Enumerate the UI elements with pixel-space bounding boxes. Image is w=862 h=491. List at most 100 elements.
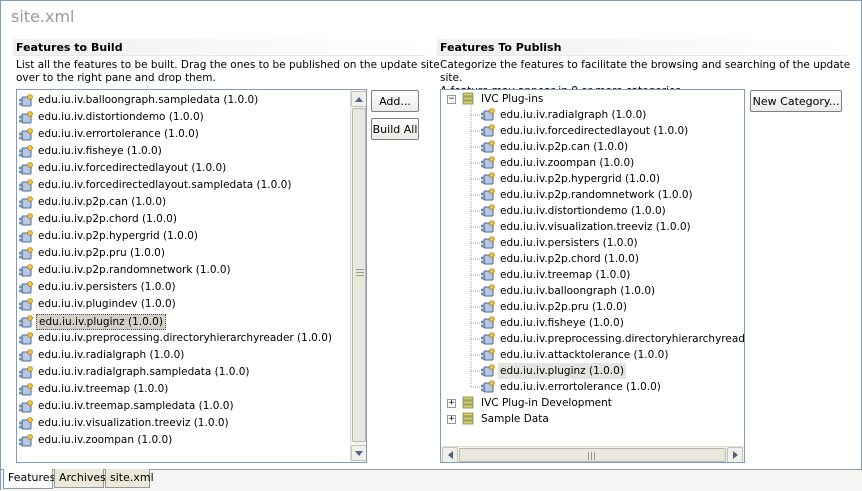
new-category-button[interactable]: New Category... xyxy=(750,90,842,112)
feature-list-item-label: edu.iu.iv.p2p.can (1.0.0) xyxy=(38,196,167,208)
feature-list-item[interactable]: edu.iu.iv.preprocessing.directoryhierarc… xyxy=(19,330,334,347)
feature-list-item-label: edu.iu.iv.p2p.hypergrid (1.0.0) xyxy=(38,230,198,242)
tab-site-xml[interactable]: site.xml xyxy=(105,469,154,488)
plug-feature-icon xyxy=(481,348,495,361)
published-feature-node[interactable]: edu.iu.iv.p2p.chord (1.0.0) xyxy=(481,251,641,267)
features-to-build-list[interactable]: edu.iu.iv.balloongraph.sampledata (1.0.0… xyxy=(16,89,367,463)
minus-expander-icon[interactable]: − xyxy=(447,94,456,104)
feature-list-item[interactable]: edu.iu.iv.fisheye (1.0.0) xyxy=(19,143,164,160)
feature-list-item[interactable]: edu.iu.iv.p2p.pru (1.0.0) xyxy=(19,245,167,262)
published-feature-label: edu.iu.iv.radialgraph (1.0.0) xyxy=(500,109,647,121)
published-feature-label: edu.iu.iv.errortolerance (1.0.0) xyxy=(500,381,661,393)
feature-list-item[interactable]: edu.iu.iv.radialgraph.sampledata (1.0.0) xyxy=(19,364,252,381)
published-feature-node[interactable]: edu.iu.iv.fisheye (1.0.0) xyxy=(481,315,626,331)
feature-list-item[interactable]: edu.iu.iv.forcedirectedlayout (1.0.0) xyxy=(19,160,228,177)
build-all-button[interactable]: Build All xyxy=(371,118,419,140)
plug-feature-icon xyxy=(481,220,495,233)
plug-feature-icon xyxy=(19,433,33,446)
feature-list-item[interactable]: edu.iu.iv.p2p.randomnetwork (1.0.0) xyxy=(19,262,233,279)
published-feature-label: edu.iu.iv.p2p.hypergrid (1.0.0) xyxy=(500,173,660,185)
plug-feature-icon xyxy=(481,124,495,137)
published-feature-node[interactable]: edu.iu.iv.p2p.randomnetwork (1.0.0) xyxy=(481,187,695,203)
plug-feature-icon xyxy=(19,382,33,395)
feature-list-item[interactable]: edu.iu.iv.zoompan (1.0.0) xyxy=(19,432,174,449)
feature-list-item[interactable]: edu.iu.iv.errortolerance (1.0.0) xyxy=(19,126,201,143)
category-stack-icon xyxy=(462,92,474,105)
features-list-vertical-scrollbar[interactable] xyxy=(350,90,366,462)
publish-tree-horizontal-scrollbar[interactable] xyxy=(441,446,744,462)
category-node-label: Sample Data xyxy=(481,413,549,425)
scroll-up-button[interactable] xyxy=(351,91,366,107)
published-feature-node[interactable]: edu.iu.iv.p2p.can (1.0.0) xyxy=(481,139,630,155)
scroll-right-button[interactable] xyxy=(727,447,743,462)
published-feature-label: edu.iu.iv.forcedirectedlayout (1.0.0) xyxy=(500,125,689,137)
published-feature-node[interactable]: edu.iu.iv.balloongraph (1.0.0) xyxy=(481,283,657,299)
plug-feature-icon xyxy=(19,314,33,327)
plug-feature-icon xyxy=(481,364,495,377)
published-feature-node[interactable]: edu.iu.iv.distortiondemo (1.0.0) xyxy=(481,203,668,219)
feature-list-item[interactable]: edu.iu.iv.persisters (1.0.0) xyxy=(19,279,178,296)
features-to-publish-tree[interactable]: − IVC Plug-ins edu.iu.iv.radialgraph (1.0… xyxy=(440,89,745,463)
published-feature-node[interactable]: edu.iu.iv.attacktolerance (1.0.0) xyxy=(481,347,670,363)
scroll-thumb[interactable] xyxy=(352,108,366,442)
plug-feature-icon xyxy=(481,140,495,153)
feature-list-item[interactable]: edu.iu.iv.p2p.chord (1.0.0) xyxy=(19,211,179,228)
tab-features[interactable]: Features xyxy=(3,469,55,489)
feature-list-item-label: edu.iu.iv.treemap.sampledata (1.0.0) xyxy=(38,400,234,412)
scroll-left-button[interactable] xyxy=(442,447,458,462)
feature-list-item-label: edu.iu.iv.treemap (1.0.0) xyxy=(38,383,169,395)
feature-list-item[interactable]: edu.iu.iv.distortiondemo (1.0.0) xyxy=(19,109,206,126)
plug-feature-icon xyxy=(19,229,33,242)
published-feature-node[interactable]: edu.iu.iv.p2p.hypergrid (1.0.0) xyxy=(481,171,662,187)
feature-list-item-label: edu.iu.iv.pluginz (1.0.0) xyxy=(36,313,166,330)
plug-feature-icon xyxy=(481,284,495,297)
published-feature-node[interactable]: edu.iu.iv.visualization.treeviz (1.0.0) xyxy=(481,219,693,235)
published-feature-node[interactable]: edu.iu.iv.preprocessing.directoryhierarc… xyxy=(481,331,744,347)
plus-expander-icon[interactable]: + xyxy=(447,398,456,408)
feature-list-item[interactable]: edu.iu.iv.p2p.can (1.0.0) xyxy=(19,194,168,211)
add-button[interactable]: Add... xyxy=(371,90,419,112)
plus-expander-icon[interactable]: + xyxy=(447,414,456,424)
published-feature-label: edu.iu.iv.balloongraph (1.0.0) xyxy=(500,285,656,297)
published-feature-node[interactable]: edu.iu.iv.errortolerance (1.0.0) xyxy=(481,379,663,395)
published-feature-label: edu.iu.iv.p2p.can (1.0.0) xyxy=(500,141,629,153)
plug-feature-icon xyxy=(481,316,495,329)
feature-list-item-label: edu.iu.iv.balloongraph.sampledata (1.0.0… xyxy=(38,94,259,106)
plug-feature-icon xyxy=(19,297,33,310)
published-feature-node[interactable]: edu.iu.iv.radialgraph (1.0.0) xyxy=(481,107,648,123)
published-feature-node[interactable]: edu.iu.iv.treemap (1.0.0) xyxy=(481,267,632,283)
feature-list-item[interactable]: edu.iu.iv.balloongraph.sampledata (1.0.0… xyxy=(19,92,260,109)
published-feature-node[interactable]: edu.iu.iv.zoompan (1.0.0) xyxy=(481,155,636,171)
published-feature-node[interactable]: edu.iu.iv.p2p.pru (1.0.0) xyxy=(481,299,629,315)
editor-tabs: Features Archives site.xml xyxy=(1,469,862,491)
feature-list-item[interactable]: edu.iu.iv.plugindev (1.0.0) xyxy=(19,296,178,313)
published-feature-label: edu.iu.iv.fisheye (1.0.0) xyxy=(500,317,624,329)
category-node[interactable]: + Sample Data xyxy=(447,411,551,427)
plug-feature-icon xyxy=(19,399,33,412)
tab-archives[interactable]: Archives xyxy=(54,469,106,488)
plug-feature-icon xyxy=(19,178,33,191)
editor-frame: site.xml Features to Build List all the … xyxy=(0,0,862,491)
feature-list-item[interactable]: edu.iu.iv.forcedirectedlayout.sampledata… xyxy=(19,177,293,194)
feature-list-item[interactable]: edu.iu.iv.pluginz (1.0.0) xyxy=(19,313,166,330)
horizontal-scroll-thumb[interactable] xyxy=(459,448,726,462)
plug-feature-icon xyxy=(19,280,33,293)
published-feature-node[interactable]: edu.iu.iv.pluginz (1.0.0) xyxy=(481,363,626,379)
feature-list-item[interactable]: edu.iu.iv.p2p.hypergrid (1.0.0) xyxy=(19,228,200,245)
feature-list-item-label: edu.iu.iv.p2p.pru (1.0.0) xyxy=(38,247,165,259)
feature-list-item-label: edu.iu.iv.radialgraph (1.0.0) xyxy=(38,349,185,361)
plug-feature-icon xyxy=(481,204,495,217)
published-feature-node[interactable]: edu.iu.iv.forcedirectedlayout (1.0.0) xyxy=(481,123,690,139)
scroll-down-button[interactable] xyxy=(351,445,366,461)
published-feature-node[interactable]: edu.iu.iv.persisters (1.0.0) xyxy=(481,235,640,251)
feature-list-item[interactable]: edu.iu.iv.visualization.treeviz (1.0.0) xyxy=(19,415,231,432)
chevron-right-icon xyxy=(732,451,738,459)
plug-feature-icon xyxy=(19,195,33,208)
feature-list-item[interactable]: edu.iu.iv.radialgraph (1.0.0) xyxy=(19,347,186,364)
category-node[interactable]: + IVC Plug-in Development xyxy=(447,395,614,411)
plug-feature-icon xyxy=(19,246,33,259)
category-node[interactable]: − IVC Plug-ins xyxy=(447,91,545,107)
features-to-build-desc-line1: List all the features to be built. Drag … xyxy=(16,59,440,71)
feature-list-item[interactable]: edu.iu.iv.treemap.sampledata (1.0.0) xyxy=(19,398,236,415)
feature-list-item[interactable]: edu.iu.iv.treemap (1.0.0) xyxy=(19,381,170,398)
